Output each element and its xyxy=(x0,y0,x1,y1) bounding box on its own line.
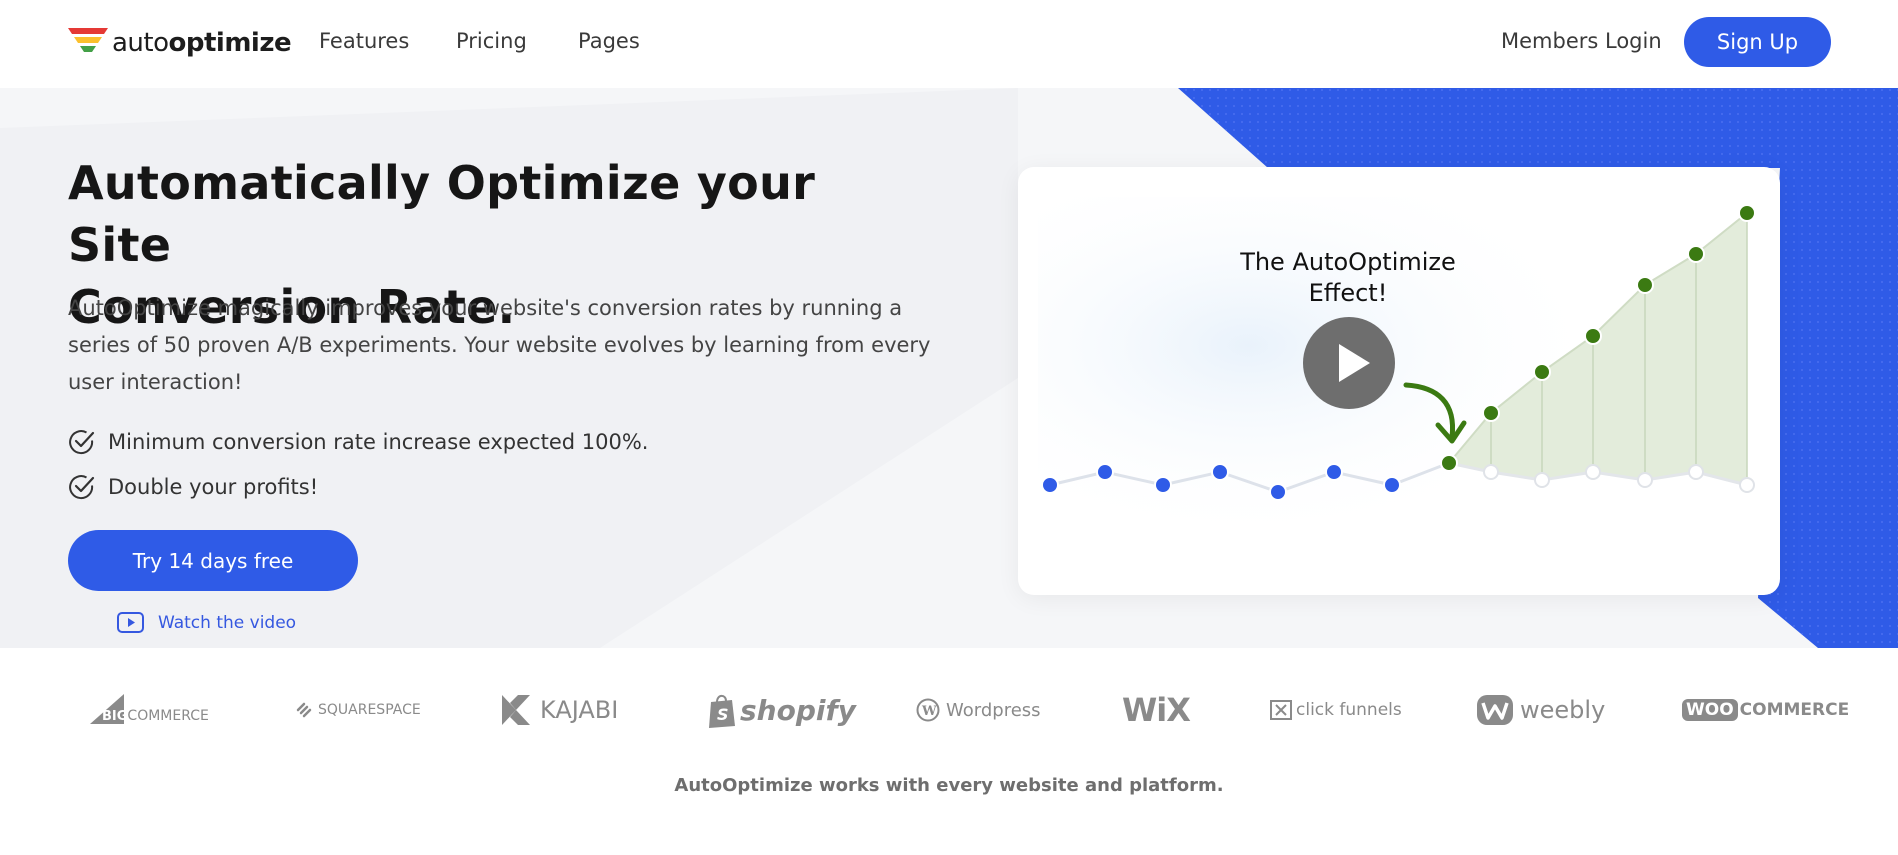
conversion-growth-illustration xyxy=(1038,197,1756,527)
clickfunnels-logo: click funnels xyxy=(1270,688,1402,732)
clickfunnels-icon xyxy=(1270,700,1292,720)
nav-link-pages[interactable]: Pages xyxy=(578,29,640,53)
check-circle-icon xyxy=(69,430,95,455)
page-lower-area xyxy=(0,648,1898,855)
weebly-logo: weebly xyxy=(1476,688,1605,732)
platform-logos-row: BIG COMMERCE SQUARESPACE KAJABI S shopif… xyxy=(68,688,1849,732)
kajabi-logo: KAJABI xyxy=(502,688,618,732)
bigcommerce-label: COMMERCE xyxy=(127,708,209,724)
squarespace-label: SQUARESPACE xyxy=(318,702,421,718)
shopify-label: shopify xyxy=(740,693,856,727)
woocommerce-prefix: WOO xyxy=(1682,699,1738,721)
hero-subtext: AutoOptimize magically improves your web… xyxy=(68,296,931,394)
kajabi-label: KAJABI xyxy=(540,696,619,724)
svg-text:W: W xyxy=(921,704,937,719)
nav-link-features[interactable]: Features xyxy=(319,29,409,53)
video-play-icon xyxy=(117,612,144,633)
shopify-bag-icon: S xyxy=(709,694,735,728)
wordpress-icon: W xyxy=(916,698,940,722)
woocommerce-logo: WOO COMMERCE xyxy=(1682,688,1849,732)
sign-up-button[interactable]: Sign Up xyxy=(1684,17,1831,67)
woocommerce-label: COMMERCE xyxy=(1739,700,1850,720)
bullet-label: Minimum conversion rate increase expecte… xyxy=(108,430,649,454)
wix-logo: WiX xyxy=(1122,688,1191,732)
try-free-button[interactable]: Try 14 days free xyxy=(68,530,358,591)
svg-text:S: S xyxy=(717,705,729,724)
video-title: The AutoOptimize Effect! xyxy=(1198,247,1498,309)
check-circle-icon xyxy=(69,475,95,500)
watch-video-link[interactable]: Watch the video xyxy=(117,612,296,633)
watch-video-label: Watch the video xyxy=(158,612,297,633)
wix-label: WiX xyxy=(1122,691,1191,729)
weebly-label: weebly xyxy=(1520,696,1606,724)
video-title-line-1: The AutoOptimize xyxy=(1240,248,1456,276)
bullet-item: Double your profits! xyxy=(68,473,318,501)
weebly-icon xyxy=(1477,695,1513,725)
autooptimize-logo[interactable]: autooptimize xyxy=(68,26,292,60)
bigcommerce-prefix: BIG xyxy=(102,708,128,724)
wordpress-label: Wordpress xyxy=(946,699,1041,721)
wordpress-logo: W Wordpress xyxy=(916,688,1041,732)
bigcommerce-logo: BIG COMMERCE xyxy=(90,688,209,732)
bullet-label: Double your profits! xyxy=(108,475,319,499)
shopify-logo: S shopify xyxy=(708,688,856,732)
clickfunnels-label: click funnels xyxy=(1296,700,1402,720)
video-preview-card[interactable]: The AutoOptimize Effect! xyxy=(1018,167,1780,595)
top-navigation: autooptimize Features Pricing Pages Memb… xyxy=(0,0,1898,88)
play-button[interactable] xyxy=(1303,317,1395,409)
bullet-item: Minimum conversion rate increase expecte… xyxy=(68,428,648,456)
headline-line-1: Automatically Optimize your Site xyxy=(68,156,816,272)
video-title-line-2: Effect! xyxy=(1308,279,1388,307)
logo-wordmark: autooptimize xyxy=(112,28,292,58)
kajabi-icon xyxy=(502,695,530,725)
members-login-link[interactable]: Members Login xyxy=(1501,29,1662,53)
platforms-tagline: AutoOptimize works with every website an… xyxy=(674,775,1224,796)
play-icon xyxy=(1339,344,1370,382)
nav-link-pricing[interactable]: Pricing xyxy=(456,29,527,53)
logo-mark-icon xyxy=(68,28,108,52)
squarespace-icon xyxy=(296,702,312,718)
squarespace-logo: SQUARESPACE xyxy=(296,688,421,732)
